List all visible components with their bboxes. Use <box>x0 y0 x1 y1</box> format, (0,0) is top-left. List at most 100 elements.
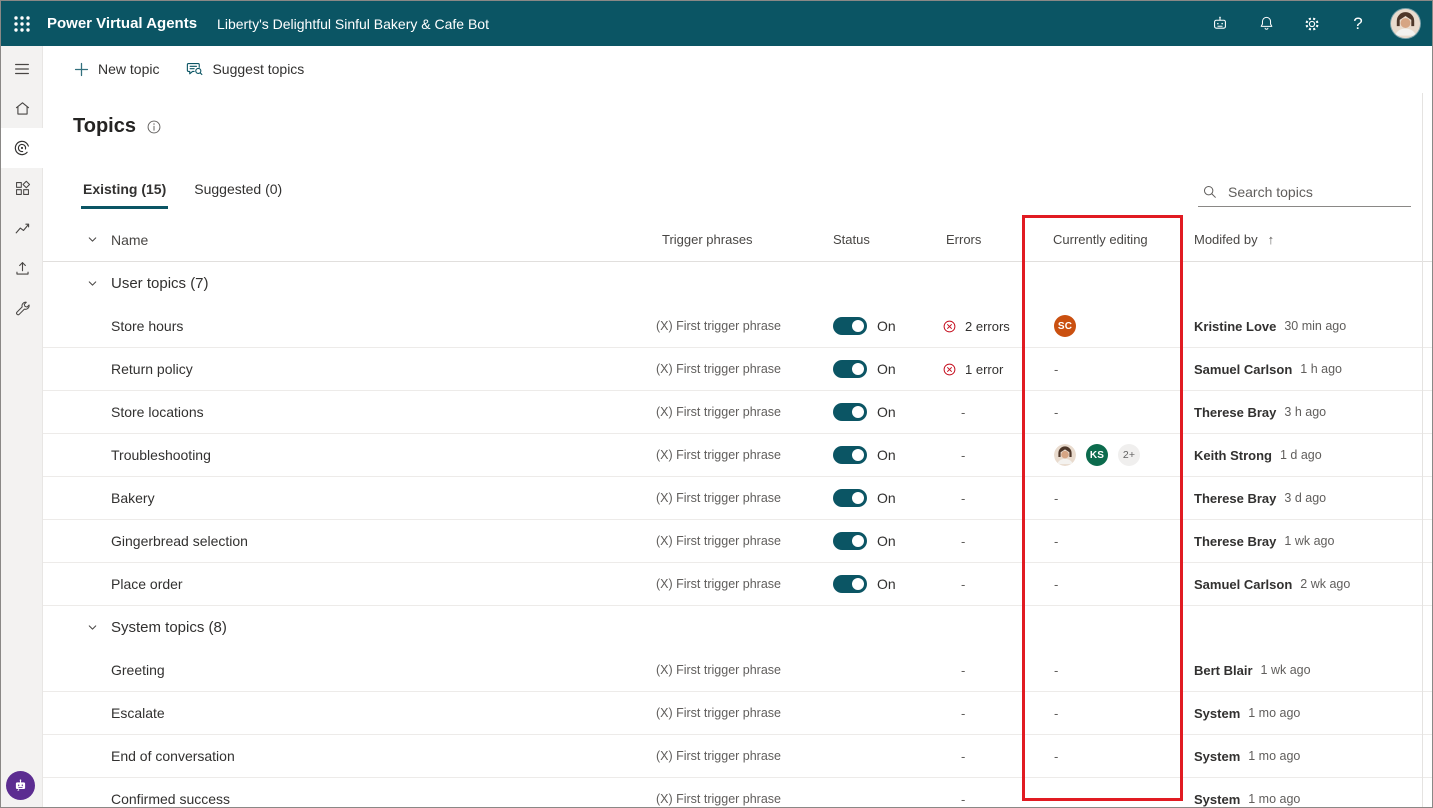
empty-value: - <box>942 792 965 807</box>
topic-name[interactable]: Gingerbread selection <box>111 533 248 549</box>
topic-name[interactable]: Greeting <box>111 662 165 678</box>
search-topics-box <box>1198 179 1411 207</box>
modified-time: 3 d ago <box>1284 491 1326 505</box>
status-toggle[interactable] <box>833 403 867 421</box>
topic-row[interactable]: Escalate (X) First trigger phrase - - Sy… <box>43 692 1432 735</box>
info-icon[interactable] <box>146 119 162 135</box>
empty-value: - <box>1054 534 1058 549</box>
error-count[interactable]: 1 error <box>965 362 1003 377</box>
topic-row[interactable]: Place order (X) First trigger phrase On … <box>43 563 1432 606</box>
sort-ascending-icon[interactable]: ↑ <box>1268 232 1275 247</box>
chevron-down-icon[interactable] <box>86 621 99 634</box>
error-count[interactable]: 2 errors <box>965 319 1010 334</box>
trigger-phrase: (X) First trigger phrase <box>656 319 781 333</box>
topic-name[interactable]: Escalate <box>111 705 165 721</box>
trigger-phrase: (X) First trigger phrase <box>656 792 781 806</box>
error-icon <box>942 319 957 334</box>
bot-icon[interactable] <box>1197 1 1243 46</box>
modified-by-name: Samuel Carlson <box>1194 362 1292 377</box>
sidebar-item-topics[interactable] <box>1 128 43 168</box>
user-avatar[interactable] <box>1391 9 1420 38</box>
topic-row[interactable]: Gingerbread selection (X) First trigger … <box>43 520 1432 563</box>
sidebar-item-manage-wrench-icon[interactable] <box>1 288 43 328</box>
status-toggle[interactable] <box>833 532 867 550</box>
scrollbar[interactable] <box>1422 93 1423 807</box>
chevron-down-icon[interactable] <box>86 277 99 290</box>
suggest-topics-button[interactable]: Suggest topics <box>185 60 304 79</box>
sidebar-item-analytics[interactable] <box>1 208 43 248</box>
new-topic-button[interactable]: New topic <box>73 61 159 78</box>
trigger-phrase: (X) First trigger phrase <box>656 405 781 419</box>
notifications-bell-icon[interactable] <box>1243 1 1289 46</box>
column-header-trigger-phrases[interactable]: Trigger phrases <box>662 232 753 247</box>
modified-time: 3 h ago <box>1284 405 1326 419</box>
topic-row[interactable]: Greeting (X) First trigger phrase - - Be… <box>43 649 1432 692</box>
status-toggle[interactable] <box>833 575 867 593</box>
topic-name[interactable]: Bakery <box>111 490 155 506</box>
chevron-down-icon[interactable] <box>86 233 99 246</box>
status-toggle[interactable] <box>833 360 867 378</box>
page-title: Topics <box>73 115 136 138</box>
trigger-phrase: (X) First trigger phrase <box>656 706 781 720</box>
topic-row[interactable]: Store locations (X) First trigger phrase… <box>43 391 1432 434</box>
topic-name[interactable]: Store locations <box>111 404 204 420</box>
topic-name[interactable]: Return policy <box>111 361 193 377</box>
settings-gear-icon[interactable] <box>1289 1 1335 46</box>
topic-name[interactable]: Confirmed success <box>111 791 230 807</box>
column-header-status[interactable]: Status <box>833 232 870 247</box>
modified-time: 1 mo ago <box>1248 792 1300 806</box>
group-label: User topics (7) <box>111 275 209 292</box>
topic-name[interactable]: Place order <box>111 576 183 592</box>
tab-existing[interactable]: Existing (15) <box>81 177 168 209</box>
empty-value: - <box>942 491 965 506</box>
column-header-currently-editing[interactable]: Currently editing <box>1053 232 1148 247</box>
column-header-modified-by[interactable]: Modifed by <box>1194 232 1258 247</box>
sidebar-item-entities[interactable] <box>1 168 43 208</box>
modified-time: 1 wk ago <box>1284 534 1334 548</box>
trigger-phrase: (X) First trigger phrase <box>656 663 781 677</box>
modified-time: 1 mo ago <box>1248 706 1300 720</box>
sidebar-item-home[interactable] <box>1 88 43 128</box>
topic-row[interactable]: Return policy (X) First trigger phrase O… <box>43 348 1432 391</box>
topic-row[interactable]: Confirmed success (X) First trigger phra… <box>43 778 1432 808</box>
tab-suggested[interactable]: Suggested (0) <box>192 177 284 209</box>
topic-row[interactable]: Store hours (X) First trigger phrase On … <box>43 305 1432 348</box>
status-label: On <box>877 576 896 592</box>
bot-helper-badge[interactable] <box>6 771 35 800</box>
modified-by-name: Keith Strong <box>1194 448 1272 463</box>
topic-row[interactable]: Bakery (X) First trigger phrase On - - T… <box>43 477 1432 520</box>
empty-value: - <box>942 448 965 463</box>
topic-name[interactable]: Store hours <box>111 318 183 334</box>
topic-row[interactable]: Troubleshooting (X) First trigger phrase… <box>43 434 1432 477</box>
group-header-row[interactable]: User topics (7) <box>43 262 1432 305</box>
empty-value: - <box>942 405 965 420</box>
search-topics-input[interactable] <box>1228 184 1398 200</box>
editor-initials-avatar: KS <box>1086 444 1108 466</box>
status-label: On <box>877 490 896 506</box>
status-label: On <box>877 447 896 463</box>
empty-value: - <box>942 749 965 764</box>
modified-by-name: System <box>1194 792 1240 807</box>
trigger-phrase: (X) First trigger phrase <box>656 362 781 376</box>
topic-name[interactable]: End of conversation <box>111 748 235 764</box>
group-header-row[interactable]: System topics (8) <box>43 606 1432 649</box>
help-icon[interactable]: ? <box>1335 1 1381 46</box>
topic-name[interactable]: Troubleshooting <box>111 447 211 463</box>
trigger-phrase: (X) First trigger phrase <box>656 448 781 462</box>
error-icon <box>942 362 957 377</box>
status-toggle[interactable] <box>833 317 867 335</box>
sidebar-hamburger-icon[interactable] <box>1 50 43 88</box>
status-toggle[interactable] <box>833 489 867 507</box>
sidebar-item-publish[interactable] <box>1 248 43 288</box>
trigger-phrase: (X) First trigger phrase <box>656 491 781 505</box>
column-header-name[interactable]: Name <box>111 232 148 248</box>
column-header-errors[interactable]: Errors <box>946 232 981 247</box>
command-bar: New topic Suggest topics <box>43 46 1432 92</box>
group-label: System topics (8) <box>111 619 227 636</box>
status-label: On <box>877 318 896 334</box>
status-toggle[interactable] <box>833 446 867 464</box>
app-title[interactable]: Power Virtual Agents <box>47 15 197 32</box>
bot-name[interactable]: Liberty's Delightful Sinful Bakery & Caf… <box>217 16 489 32</box>
topic-row[interactable]: End of conversation (X) First trigger ph… <box>43 735 1432 778</box>
app-launcher-waffle-icon[interactable] <box>1 1 43 46</box>
